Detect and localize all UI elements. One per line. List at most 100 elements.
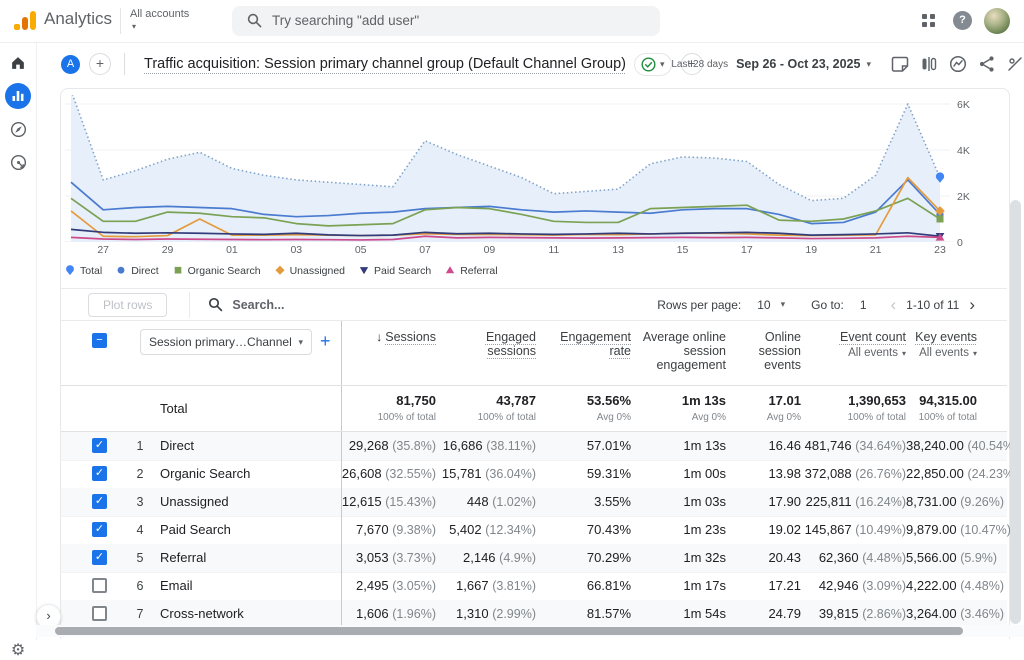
metric-percent: (2.99%) — [492, 607, 536, 621]
column-header-sessions[interactable]: ↓Sessions — [341, 330, 436, 344]
column-header-event-count[interactable]: Event count All events▾ — [801, 330, 906, 361]
row-checkbox[interactable]: ✓ — [92, 466, 107, 481]
add-dimension-icon[interactable]: + — [320, 331, 331, 351]
metric-cell: 15,781 (36.04%) — [436, 460, 536, 488]
search-placeholder: Try searching "add user" — [272, 6, 419, 36]
column-header-online-session-events[interactable]: Online session events — [726, 330, 801, 372]
metric-percent: (26.76%) — [855, 467, 906, 481]
chevron-down-icon: ▾ — [973, 349, 977, 358]
publish-status-badge[interactable]: ▾ — [634, 53, 672, 76]
column-header-engagement-rate[interactable]: Engagement rate — [536, 330, 631, 358]
metric-value: 62,360 — [819, 550, 859, 565]
metric-percent: (38.11%) — [486, 439, 536, 453]
dimension-selector[interactable]: Session primary…Channel Group) ▾ — [140, 329, 312, 355]
row-checkbox[interactable]: ✓ — [92, 494, 107, 509]
account-picker[interactable]: All accounts ▾ — [130, 8, 189, 33]
previous-page-icon[interactable]: ‹ — [891, 295, 897, 315]
table-search-input[interactable]: Search... — [208, 297, 284, 312]
total-sublabel: Avg 0% — [536, 412, 631, 423]
table-row-unassigned: ✓3Unassigned12,615 (15.43%)448 (1.02%)3.… — [61, 488, 1007, 517]
row-number: 7 — [131, 600, 149, 628]
nav-reports[interactable] — [5, 83, 31, 109]
metric-value: 481,746 — [805, 438, 852, 453]
legend-label: Unassigned — [290, 265, 345, 277]
nav-advertising[interactable] — [5, 149, 31, 175]
metric-cell: 145,867 (10.49%) — [801, 516, 906, 544]
column-header-average-online-session-engagement[interactable]: Average online session engagement — [631, 330, 726, 372]
rows-per-page-select[interactable]: 10 — [757, 298, 770, 312]
metric-value: 372,088 — [805, 466, 852, 481]
total-metric-cell: 81,750100% of total — [341, 393, 436, 423]
channel-name: Organic Search — [160, 460, 250, 488]
column-label: Key events — [915, 330, 977, 344]
x-axis-tick: 05 — [344, 245, 378, 256]
help-icon[interactable]: ? — [953, 11, 972, 30]
metric-value: 38,240.00 — [906, 438, 964, 453]
row-checkbox[interactable]: ✓ — [92, 522, 107, 537]
row-checkbox[interactable] — [92, 606, 107, 621]
x-axis-tick: 09 — [472, 245, 506, 256]
comparison-icon[interactable] — [919, 54, 939, 74]
settings-gear-icon[interactable]: ⚙ — [0, 640, 36, 660]
table-row-email: 6Email2,495 (3.05%)1,667 (3.81%)66.81%1m… — [61, 572, 1007, 601]
metric-percent: (4.48%) — [960, 579, 1004, 593]
metric-value: 225,811 — [806, 494, 852, 509]
horizontal-scrollbar-thumb[interactable] — [55, 627, 963, 635]
next-page-icon[interactable]: › — [969, 295, 975, 315]
metric-cell: 26,608 (32.55%) — [341, 460, 436, 488]
table-row-direct: ✓1Direct29,268 (35.8%)16,686 (38.11%)57.… — [61, 432, 1007, 461]
analytics-logo-icon[interactable] — [14, 11, 36, 31]
share-icon[interactable] — [977, 54, 997, 74]
select-all-checkbox[interactable]: − — [92, 333, 107, 348]
row-checkbox[interactable]: ✓ — [92, 438, 107, 453]
avatar[interactable] — [984, 8, 1010, 34]
metric-value: 7,670 — [356, 522, 389, 537]
metric-filter-select[interactable]: All events▾ — [801, 346, 906, 361]
metric-cell: 5,566.00 (5.9%) — [906, 544, 977, 572]
chevron-down-icon: ▾ — [298, 337, 303, 348]
x-axis-tick: 29 — [151, 245, 185, 256]
chevron-down-icon[interactable]: ▾ — [781, 299, 786, 310]
nav-explore[interactable] — [5, 116, 31, 142]
metric-cell: 1m 23s — [631, 516, 726, 544]
insights-icon[interactable] — [948, 54, 968, 74]
legend-label: Organic Search — [188, 265, 261, 277]
date-range-picker[interactable]: Sep 26 - Oct 23, 2025 — [736, 57, 860, 71]
x-axis-tick: 07 — [408, 245, 442, 256]
vertical-scrollbar-thumb[interactable] — [1010, 200, 1021, 624]
metric-cell: 5,402 (12.34%) — [436, 516, 536, 544]
apps-grid-icon[interactable] — [922, 14, 935, 27]
row-checkbox[interactable] — [92, 578, 107, 593]
metric-value: 29,268 — [349, 438, 389, 453]
metric-cell: 1,606 (1.96%) — [341, 600, 436, 628]
metric-value: 5,402 — [449, 522, 482, 537]
row-checkbox[interactable]: ✓ — [92, 550, 107, 565]
add-tab-button[interactable]: + — [89, 53, 111, 75]
goto-page-input[interactable]: 1 — [860, 298, 867, 312]
column-header-engaged-sessions[interactable]: Engaged sessions — [436, 330, 536, 358]
date-preset-label: Last 28 days — [671, 59, 728, 70]
nav-home[interactable] — [5, 50, 31, 76]
legend-label: Paid Search — [374, 265, 431, 277]
ga4-traffic-acquisition-screen: { "topbar": { "app_name": "Analytics", "… — [0, 0, 1024, 640]
metric-cell: 1m 54s — [631, 600, 726, 628]
global-search-input[interactable]: Try searching "add user" — [232, 6, 660, 36]
metric-percent: (34.64%) — [855, 439, 906, 453]
metric-filter-select[interactable]: All events▾ — [906, 346, 977, 361]
metric-percent: (10.49%) — [855, 523, 906, 537]
metric-percent: (3.73%) — [392, 551, 436, 565]
column-header-key-events[interactable]: Key events All events▾ — [906, 330, 977, 361]
chevron-down-icon[interactable]: ▾ — [866, 59, 871, 70]
account-badge[interactable]: A — [61, 55, 80, 74]
notes-icon[interactable] — [890, 54, 910, 74]
report-title[interactable]: Traffic acquisition: Session primary cha… — [144, 56, 626, 72]
metric-value: 5,566.00 — [906, 550, 957, 565]
plot-rows-button[interactable]: Plot rows — [88, 293, 167, 317]
y-axis-tick: 2K — [957, 191, 987, 203]
total-value: 17.01 — [726, 393, 801, 408]
column-label: Event count — [840, 330, 906, 344]
metric-value: 70.43% — [587, 522, 631, 537]
diamond-marker-icon — [274, 264, 286, 277]
customize-report-icon[interactable] — [1006, 54, 1024, 74]
total-label: Total — [160, 386, 187, 432]
